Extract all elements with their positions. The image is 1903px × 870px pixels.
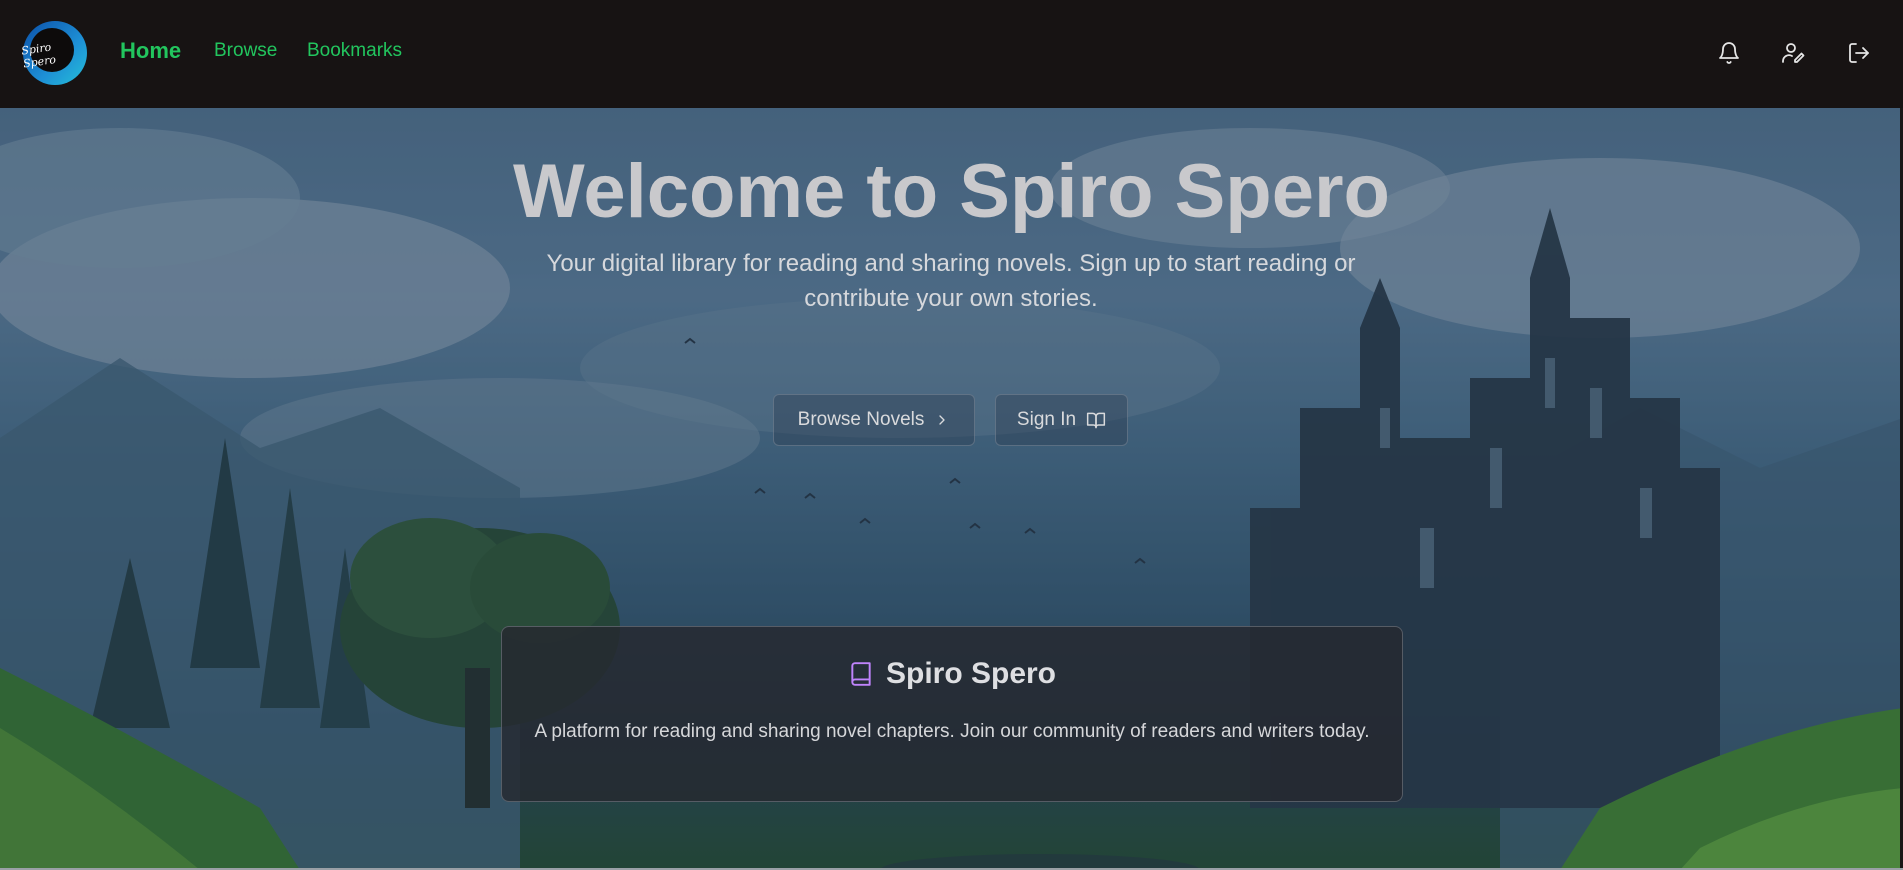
hero-section: Welcome to Spiro Spero Your digital libr… [0,108,1903,870]
info-card: Spiro Spero A platform for reading and s… [501,626,1403,802]
card-title: Spiro Spero [885,657,1057,690]
top-navigation-bar: Spiro Spero Home Browse Bookmarks [0,0,1903,108]
browse-novels-label: Browse Novels [797,409,925,430]
sign-in-label: Sign In [1016,409,1077,430]
sign-in-button[interactable]: Sign In [995,394,1128,446]
browse-novels-button[interactable]: Browse Novels [773,394,975,446]
card-description: A platform for reading and sharing novel… [534,721,1370,742]
notifications-button[interactable] [1714,38,1744,68]
profile-edit-button[interactable] [1779,38,1809,68]
hero-title: Welcome to Spiro Spero [513,149,1390,234]
bell-icon [1719,42,1739,64]
chevron-right-icon [939,415,946,425]
nav-home-link[interactable]: Home [120,38,181,64]
logout-button[interactable] [1844,38,1874,68]
book-icon [851,662,871,686]
logo-text: Spiro Spero [20,40,57,71]
nav-browse-link[interactable]: Browse [214,40,277,62]
user-edit-icon [1782,43,1805,63]
card-title-row: Spiro Spero [502,657,1402,691]
logout-icon [1849,43,1869,63]
nav-bookmarks-link[interactable]: Bookmarks [307,40,402,62]
logo[interactable]: Spiro Spero [21,20,88,86]
book-open-icon [1086,412,1106,429]
hero-subtitle: Your digital library for reading and sha… [546,250,1356,312]
